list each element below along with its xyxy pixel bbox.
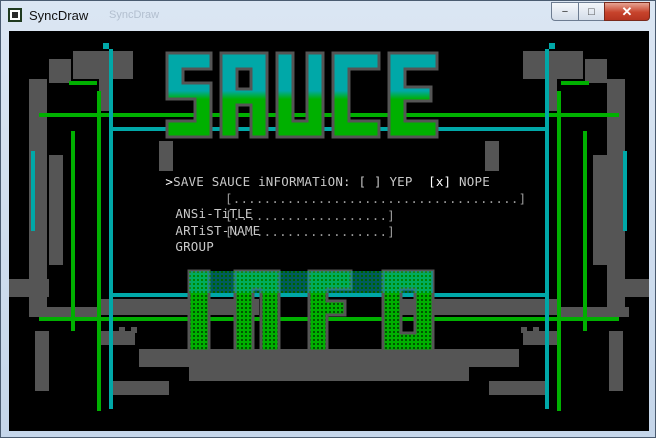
window-controls: − □ ✕ xyxy=(551,2,650,22)
author-field-input[interactable]: [....................] xyxy=(225,208,395,223)
title-field-input[interactable]: [.....................................] xyxy=(225,191,526,206)
close-button[interactable]: ✕ xyxy=(604,2,650,21)
sauce-logo xyxy=(165,51,439,139)
minimize-button[interactable]: − xyxy=(551,2,578,21)
yes-checkbox[interactable]: [ ] xyxy=(359,174,382,189)
maximize-button[interactable]: □ xyxy=(578,2,604,21)
yes-label[interactable]: YEP xyxy=(389,174,412,189)
gray-frame xyxy=(9,51,649,395)
window-title: SyncDraw xyxy=(29,8,89,23)
group-field-row: GROUP xyxy=(129,224,214,269)
app-window: SyncDraw SyncDraw − □ ✕ >SAVE SAUCE iNFO… xyxy=(0,0,656,438)
ansi-canvas[interactable]: >SAVE SAUCE iNFORMATiON: [ ] YEP [x] NOP… xyxy=(9,31,649,431)
ghost-title: SyncDraw xyxy=(109,9,160,21)
sauce-prompt-label: SAVE SAUCE iNFORMATiON: xyxy=(173,174,351,189)
no-label[interactable]: NOPE xyxy=(459,174,490,189)
group-field-input[interactable]: [....................] xyxy=(225,224,395,239)
menu-cursor: > xyxy=(165,174,174,189)
title-bar[interactable]: SyncDraw SyncDraw − □ ✕ xyxy=(1,1,655,31)
app-icon xyxy=(8,8,22,22)
no-checkbox[interactable]: [x] xyxy=(428,174,451,189)
group-field-label: GROUP xyxy=(175,239,214,254)
